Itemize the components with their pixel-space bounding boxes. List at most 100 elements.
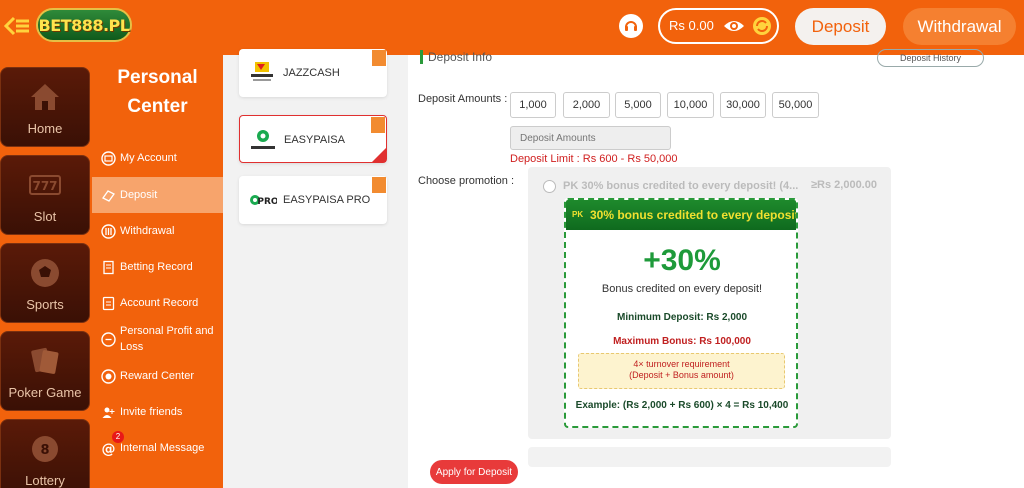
- hot-flag-icon: [372, 50, 386, 66]
- promotion-header-text: PK 30% bonus credited to every deposit! …: [563, 180, 799, 192]
- brand-logo-text: BET888.PL: [38, 15, 130, 35]
- promotion-turnover-note: 4× turnover requirement (Deposit + Bonus…: [578, 353, 785, 389]
- turnover-line-1: 4× turnover requirement: [633, 359, 730, 369]
- cards-icon: [31, 347, 59, 374]
- reward-icon: [101, 368, 116, 384]
- document-icon: [103, 260, 114, 274]
- personal-center-title: Personal Center: [117, 67, 198, 117]
- promotion-min-deposit: Minimum Deposit: Rs 2,000: [616, 312, 748, 323]
- top-header: BET888.PL Rs 0.00 Deposit Withdrawal: [0, 0, 1024, 55]
- nav-item-slot[interactable]: 777 Slot: [0, 155, 90, 235]
- nav-item-lottery[interactable]: 8 Lottery: [0, 419, 90, 488]
- menu-item-my-account[interactable]: My Account: [92, 140, 223, 176]
- easypaisa-logo-icon: [251, 130, 275, 149]
- choose-promotion-label: Choose promotion :: [418, 175, 514, 187]
- slot-icon: 777: [29, 175, 61, 195]
- menu-item-account-record[interactable]: Account Record: [92, 285, 223, 321]
- header-deposit-button[interactable]: Deposit: [795, 8, 886, 45]
- customer-support-icon[interactable]: [619, 14, 643, 38]
- menu-item-profit-loss[interactable]: Personal Profit and Loss: [92, 321, 223, 357]
- back-arrow-icon[interactable]: [4, 15, 30, 37]
- menu-label: Personal Profit and Loss: [120, 325, 214, 353]
- apply-deposit-button[interactable]: Apply for Deposit: [430, 460, 518, 484]
- refresh-icon[interactable]: [752, 16, 772, 36]
- promotion-radio[interactable]: [543, 180, 556, 193]
- deposit-limit-text: Deposit Limit : Rs 600 - Rs 50,000: [510, 153, 678, 165]
- at-sign-icon: @: [102, 441, 116, 456]
- deposit-icon: [102, 189, 115, 202]
- menu-label: My Account: [120, 152, 177, 164]
- promotion-max-bonus: Maximum Bonus: Rs 100,000: [613, 336, 751, 347]
- promotion-subtitle: Bonus credited on every deposit!: [601, 283, 763, 295]
- promotion-banner-text: 30% bonus credited to every deposit!: [590, 208, 798, 222]
- deposit-amounts-label: Deposit Amounts :: [418, 93, 508, 105]
- amount-option-10000[interactable]: 10,000: [667, 92, 714, 118]
- amount-option-5000[interactable]: 5,000: [615, 92, 661, 118]
- menu-label: Invite friends: [120, 406, 183, 418]
- menu-item-betting-record[interactable]: Betting Record: [92, 249, 223, 285]
- balance-display: Rs 0.00: [658, 8, 779, 44]
- menu-label: Withdrawal: [120, 225, 175, 237]
- soccer-ball-icon: [31, 259, 59, 287]
- nav-item-sports[interactable]: Sports: [0, 243, 90, 323]
- easypaisa-pro-logo-icon: PRO: [250, 195, 277, 207]
- eye-icon[interactable]: [723, 18, 745, 34]
- menu-item-internal-message[interactable]: @ 2 Internal Message: [92, 430, 223, 466]
- menu-item-reward-center[interactable]: Reward Center: [92, 358, 223, 394]
- payment-option-easypaisa[interactable]: EASYPAISA: [239, 115, 387, 163]
- home-icon: [31, 84, 59, 110]
- deposit-amount-input[interactable]: [510, 126, 671, 150]
- svg-text:@: @: [102, 441, 116, 456]
- menu-label: Internal Message: [120, 442, 205, 454]
- amount-option-30000[interactable]: 30,000: [720, 92, 766, 118]
- hot-flag-icon: [371, 117, 385, 133]
- promotion-example: Example: (Rs 2,000 + Rs 600) × 4 = Rs 10…: [575, 400, 789, 411]
- payment-channel-list: JAZZCASH EASYPAISA PRO EASYPAISA PRO: [223, 49, 408, 488]
- profit-icon: [101, 331, 116, 347]
- menu-label: Reward Center: [120, 370, 194, 382]
- brand-logo[interactable]: BET888.PL: [36, 8, 132, 42]
- hot-flag-icon: [372, 177, 386, 193]
- personal-center-sidebar: Personal Center My Account Deposit Withd…: [92, 55, 223, 488]
- promotion-card: PK 30% bonus credited to every deposit! …: [564, 198, 798, 428]
- promotion-option-second[interactable]: [528, 447, 891, 467]
- record-icon: [102, 296, 115, 310]
- payment-option-name: EASYPAISA PRO: [283, 194, 371, 206]
- turnover-line-2: (Deposit + Bonus amount): [629, 370, 734, 380]
- menu-item-invite-friends[interactable]: Invite friends: [92, 394, 223, 430]
- svg-text:777: 777: [32, 179, 57, 193]
- nav-label-sports: Sports: [26, 297, 64, 312]
- menu-label: Account Record: [120, 297, 199, 309]
- nav-label-poker: Poker Game: [8, 385, 82, 400]
- amount-option-50000[interactable]: 50,000: [772, 92, 819, 118]
- payment-option-name: JAZZCASH: [283, 67, 340, 79]
- deposit-info-title: Deposit Info: [420, 50, 492, 64]
- nav-item-home[interactable]: Home: [0, 67, 90, 147]
- header-withdrawal-button[interactable]: Withdrawal: [903, 8, 1016, 45]
- nav-item-poker[interactable]: Poker Game: [0, 331, 90, 411]
- amount-option-2000[interactable]: 2,000: [563, 92, 610, 118]
- nav-label-home: Home: [27, 121, 63, 136]
- svg-text:8: 8: [40, 443, 49, 458]
- payment-option-name: EASYPAISA: [284, 134, 345, 146]
- promotion-banner: PK 30% bonus credited to every deposit!: [566, 200, 798, 230]
- menu-item-withdrawal[interactable]: Withdrawal: [92, 213, 223, 249]
- selected-check-icon: [372, 148, 386, 162]
- withdrawal-icon: [101, 223, 116, 239]
- balance-amount: Rs 0.00: [669, 18, 714, 33]
- payment-option-jazzcash[interactable]: JAZZCASH: [239, 49, 387, 97]
- game-category-nav: Home 777 Slot Sports Poker Game 8 Lotter…: [0, 55, 92, 488]
- menu-label: Deposit: [120, 189, 158, 201]
- jazzcash-logo-icon: [251, 62, 273, 81]
- promotion-option[interactable]: PK 30% bonus credited to every deposit! …: [528, 167, 891, 439]
- invite-icon: [102, 407, 115, 418]
- promotion-minimum-text: ≥Rs 2,000.00: [811, 179, 877, 191]
- nav-label-lottery: Lottery: [25, 473, 65, 488]
- promotion-percent: +30%: [643, 244, 721, 277]
- nav-label-slot: Slot: [33, 209, 57, 224]
- payment-option-easypaisa-pro[interactable]: PRO EASYPAISA PRO: [239, 176, 387, 224]
- menu-item-deposit[interactable]: Deposit: [92, 177, 223, 213]
- unread-message-badge: 2: [112, 431, 124, 443]
- amount-option-1000[interactable]: 1,000: [510, 92, 556, 118]
- deposit-history-button[interactable]: Deposit History: [877, 49, 984, 67]
